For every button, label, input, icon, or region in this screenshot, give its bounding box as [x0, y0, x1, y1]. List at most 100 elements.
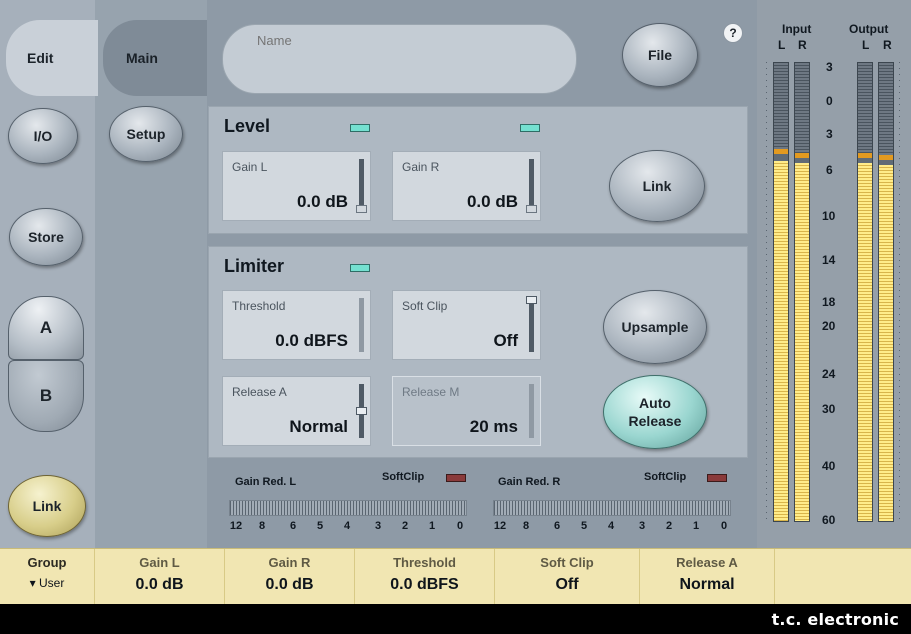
meter-dots-right	[899, 62, 900, 522]
input-r-meter	[794, 62, 810, 522]
strip-cell-release-a[interactable]: Release A Normal	[640, 549, 775, 605]
input-l-label: L	[778, 38, 786, 52]
release-a-param[interactable]: Release A Normal	[222, 376, 371, 446]
limiter-led	[350, 264, 370, 272]
soft-clip-slider-thumb[interactable]	[526, 296, 537, 304]
threshold-slider[interactable]	[359, 298, 364, 352]
meter-scale-label: 0	[826, 94, 833, 108]
strip-release-a-value: Normal	[679, 576, 735, 593]
strip-gain-l-label: Gain L	[139, 555, 180, 570]
b-button[interactable]: B	[8, 360, 84, 432]
output-r-label: R	[883, 38, 892, 52]
release-a-slider-thumb[interactable]	[356, 407, 367, 415]
group-cell[interactable]: Group ▾ User	[0, 549, 95, 605]
store-button-label: Store	[28, 229, 64, 245]
a-button-label: A	[39, 318, 53, 337]
meter-scale-label: 3	[826, 127, 833, 141]
gain-red-r-meter	[493, 500, 731, 516]
upsample-label: Upsample	[621, 319, 689, 335]
level-link-label: Link	[642, 178, 672, 194]
meter-scale-label: 60	[822, 513, 836, 527]
release-a-value: Normal	[289, 417, 348, 436]
gain-red-r-tick: 0	[720, 520, 728, 532]
help-icon[interactable]: ?	[723, 23, 743, 43]
auto-release-label-line2: Release	[628, 413, 682, 429]
soft-clip-param[interactable]: Soft Clip Off	[392, 290, 541, 360]
soft-clip-slider[interactable]	[529, 298, 534, 352]
upsample-button[interactable]: Upsample	[603, 290, 707, 364]
gain-l-param[interactable]: Gain L 0.0 dB	[222, 151, 371, 221]
input-l-meter	[773, 62, 789, 522]
gain-red-r-tick: 6	[553, 520, 561, 532]
strip-gain-r-label: Gain R	[268, 555, 311, 570]
level-right-led	[520, 124, 540, 132]
group-select[interactable]: ▾ User	[0, 576, 94, 590]
output-r-meter	[878, 62, 894, 522]
level-title: Level	[224, 116, 271, 136]
gain-red-r-label: Gain Red. R	[498, 476, 561, 488]
gain-red-l-tick: 6	[289, 520, 297, 532]
gain-r-value: 0.0 dB	[466, 192, 518, 211]
strip-cell-gain-l[interactable]: Gain L 0.0 dB	[95, 549, 225, 605]
strip-cell-threshold[interactable]: Threshold 0.0 dBFS	[355, 549, 495, 605]
gain-red-r-tick: 5	[580, 520, 588, 532]
input-meter-label: Input	[782, 22, 812, 36]
auto-release-button[interactable]: Auto Release	[603, 375, 707, 449]
input-r-label: R	[798, 38, 807, 52]
store-button[interactable]: Store	[9, 208, 83, 266]
tab-main-label: Main	[126, 50, 158, 66]
preset-name-input[interactable]	[257, 33, 557, 48]
release-a-label: Release A	[232, 385, 287, 399]
softclip-r-led	[707, 474, 727, 482]
strip-gain-r-value: 0.0 dB	[265, 576, 314, 593]
a-button[interactable]: A	[8, 296, 84, 360]
softclip-r-label: SoftClip	[644, 471, 687, 483]
gain-red-l-tick: 0	[456, 520, 464, 532]
file-button-label: File	[647, 47, 673, 63]
setup-button[interactable]: Setup	[109, 106, 183, 162]
meter-scale-label: 24	[822, 367, 836, 381]
strip-cell-soft-clip[interactable]: Soft Clip Off	[495, 549, 640, 605]
tc-electronic-logo: t.c. electronic	[771, 610, 899, 629]
gain-red-r-tick: 2	[665, 520, 673, 532]
release-m-slider[interactable]	[529, 384, 534, 438]
strip-cell-gain-r[interactable]: Gain R 0.0 dB	[225, 549, 355, 605]
gain-red-l-tick: 5	[316, 520, 324, 532]
meter-scale-label: 18	[822, 295, 836, 309]
gain-red-r-tick: 4	[607, 520, 615, 532]
footer-bar: t.c. electronic	[0, 604, 911, 634]
output-meter-label: Output	[849, 22, 889, 36]
gain-r-slider-thumb[interactable]	[526, 205, 537, 213]
tab-edit-label: Edit	[27, 50, 54, 66]
ab-compare-group: A B	[8, 296, 84, 436]
gain-red-l-label: Gain Red. L	[235, 476, 297, 488]
group-link-button[interactable]: Link	[8, 475, 86, 537]
group-link-label: Link	[32, 498, 62, 514]
strip-soft-clip-value: Off	[555, 576, 579, 593]
meter-scale-label: 10	[822, 209, 836, 223]
io-button[interactable]: I/O	[8, 108, 78, 164]
gain-red-r-tick: 12	[493, 520, 507, 532]
group-strip: Group ▾ User Gain L 0.0 dB Gain R 0.0 dB…	[0, 548, 911, 605]
soft-clip-label: Soft Clip	[402, 299, 448, 313]
meter-scale-label: 6	[826, 163, 833, 177]
level-link-button[interactable]: Link	[609, 150, 705, 222]
io-button-label: I/O	[33, 128, 53, 144]
softclip-l-led	[446, 474, 466, 482]
release-m-value: 20 ms	[469, 417, 518, 436]
output-l-meter	[857, 62, 873, 522]
preset-name-field[interactable]	[222, 24, 577, 94]
threshold-param[interactable]: Threshold 0.0 dBFS	[222, 290, 371, 360]
help-icon-glyph: ?	[729, 26, 737, 40]
strip-release-a-label: Release A	[676, 555, 738, 570]
gain-red-r-tick: 8	[522, 520, 530, 532]
gain-r-param[interactable]: Gain R 0.0 dB	[392, 151, 541, 221]
strip-gain-l-value: 0.0 dB	[135, 576, 184, 593]
setup-button-label: Setup	[126, 126, 166, 142]
gain-l-slider-thumb[interactable]	[356, 205, 367, 213]
release-m-param[interactable]: Release M 20 ms	[392, 376, 541, 446]
file-button[interactable]: File	[622, 23, 698, 87]
output-l-label: L	[862, 38, 870, 52]
gain-red-r-tick: 1	[692, 520, 700, 532]
b-button-label: B	[39, 386, 53, 405]
